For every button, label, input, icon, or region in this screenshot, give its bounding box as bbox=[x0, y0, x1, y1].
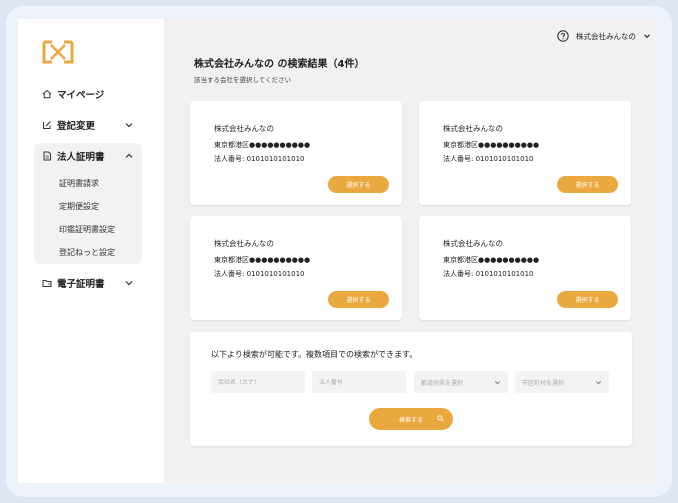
company-card: 株式会社みんなの 東京都港区●●●●●●●●●● 法人番号: 010101010… bbox=[419, 216, 631, 320]
company-name: 株式会社みんなの bbox=[214, 124, 274, 133]
sidebar-item-corporate-certificate[interactable]: 法人証明書 bbox=[42, 148, 105, 164]
search-button-label: 検索する bbox=[399, 417, 424, 424]
company-name: 株式会社みんなの bbox=[443, 239, 503, 248]
logo-icon bbox=[42, 40, 74, 64]
search-button[interactable]: 検索する bbox=[369, 408, 453, 430]
search-panel: 以下より検索が可能です。複数項目での検索ができます。 都道府県を選択 市区町村を… bbox=[190, 332, 632, 446]
sub-item-regular-delivery[interactable]: 定期便設定 bbox=[59, 201, 99, 212]
company-address: 東京都港区●●●●●●●●●● bbox=[214, 141, 311, 149]
user-menu-label: 株式会社みんなの bbox=[576, 31, 636, 41]
folder-icon bbox=[42, 280, 52, 287]
select-button[interactable]: 選択する bbox=[328, 291, 389, 308]
sidebar-item-label: 登記変更 bbox=[57, 121, 96, 132]
select-button[interactable]: 選択する bbox=[557, 176, 618, 193]
city-select-label: 市区町村を選択 bbox=[522, 379, 565, 387]
company-kana-input[interactable] bbox=[211, 371, 305, 393]
prefecture-select[interactable]: 都道府県を選択 bbox=[414, 371, 508, 393]
select-button[interactable]: 選択する bbox=[557, 291, 618, 308]
user-menu[interactable]: 株式会社みんなの bbox=[557, 30, 651, 42]
sidebar-item-label: マイページ bbox=[57, 90, 105, 101]
company-address: 東京都港区●●●●●●●●●● bbox=[443, 256, 540, 264]
sidebar: マイページ 登記変更 法人証明書 証明書請求 定期便設定 印鑑証明書設定 登記ね… bbox=[18, 19, 164, 483]
home-icon bbox=[42, 89, 52, 99]
company-name: 株式会社みんなの bbox=[443, 124, 503, 133]
prefecture-select-label: 都道府県を選択 bbox=[421, 379, 464, 387]
company-address: 東京都港区●●●●●●●●●● bbox=[443, 141, 540, 149]
edit-icon bbox=[43, 121, 51, 129]
company-name: 株式会社みんなの bbox=[214, 239, 274, 248]
app-window: マイページ 登記変更 法人証明書 証明書請求 定期便設定 印鑑証明書設定 登記ね… bbox=[18, 19, 659, 483]
document-icon bbox=[43, 151, 51, 161]
sub-item-tokinet-settings[interactable]: 登記ねっと設定 bbox=[59, 247, 115, 258]
sub-item-seal-certificate[interactable]: 印鑑証明書設定 bbox=[59, 224, 115, 235]
sidebar-item-registration-change[interactable]: 登記変更 bbox=[42, 117, 95, 133]
sidebar-item-electronic-certificate[interactable]: 電子証明書 bbox=[42, 275, 105, 291]
corporate-number: 法人番号: 0101010101010 bbox=[443, 155, 534, 163]
sidebar-item-label: 電子証明書 bbox=[57, 279, 105, 290]
search-title: 以下より検索が可能です。複数項目での検索ができます。 bbox=[211, 350, 418, 359]
chevron-down-icon bbox=[644, 34, 650, 39]
corporate-number: 法人番号: 0101010101010 bbox=[214, 270, 305, 278]
chevron-down-icon bbox=[494, 381, 501, 385]
company-kana-field[interactable] bbox=[218, 378, 305, 386]
chevron-down-icon bbox=[595, 381, 602, 385]
company-address: 東京都港区●●●●●●●●●● bbox=[214, 256, 311, 264]
chevron-up-icon[interactable] bbox=[124, 151, 134, 161]
sidebar-item-mypage[interactable]: マイページ bbox=[42, 86, 104, 102]
company-card: 株式会社みんなの 東京都港区●●●●●●●●●● 法人番号: 010101010… bbox=[190, 216, 402, 320]
search-icon bbox=[437, 415, 444, 422]
corporate-number-field[interactable] bbox=[319, 378, 406, 386]
chevron-down-icon[interactable] bbox=[124, 278, 134, 288]
city-select[interactable]: 市区町村を選択 bbox=[515, 371, 609, 393]
select-button[interactable]: 選択する bbox=[328, 176, 389, 193]
company-card: 株式会社みんなの 東京都港区●●●●●●●●●● 法人番号: 010101010… bbox=[419, 101, 631, 205]
page-title: 株式会社みんなの の検索結果（4件） bbox=[194, 59, 365, 70]
page-subtitle: 該当する会社を選択してください bbox=[194, 76, 292, 84]
chevron-down-icon[interactable] bbox=[124, 120, 134, 130]
help-icon[interactable] bbox=[557, 30, 569, 42]
corporate-number: 法人番号: 0101010101010 bbox=[214, 155, 305, 163]
main-content: 株式会社みんなの 株式会社みんなの の検索結果（4件） 該当する会社を選択してく… bbox=[164, 19, 659, 483]
company-card: 株式会社みんなの 東京都港区●●●●●●●●●● 法人番号: 010101010… bbox=[190, 101, 402, 205]
corporate-number-input[interactable] bbox=[312, 371, 406, 393]
corporate-number: 法人番号: 0101010101010 bbox=[443, 270, 534, 278]
sub-item-certificate-request[interactable]: 証明書請求 bbox=[59, 178, 99, 189]
sidebar-item-label: 法人証明書 bbox=[57, 152, 105, 163]
